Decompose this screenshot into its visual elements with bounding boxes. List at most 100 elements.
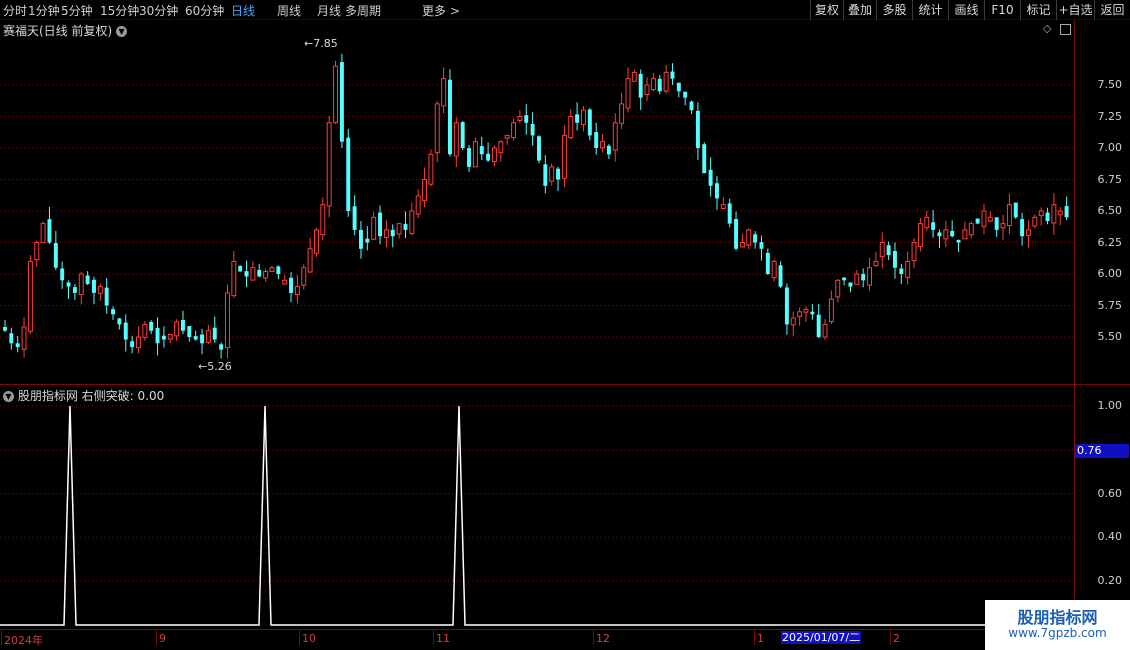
candle-body-80: [511, 122, 517, 139]
time-label-5: 1: [757, 632, 764, 645]
candle-body-60: [383, 229, 389, 238]
candle-body-120: [765, 252, 770, 274]
candle-body-19: [123, 322, 128, 340]
candle-body-48: [307, 248, 313, 273]
time-label-1: 9: [159, 632, 166, 645]
candle-body-66: [422, 179, 428, 202]
candle-body-24: [155, 328, 160, 344]
candle-body-86: [549, 166, 555, 182]
candle-body-35: [225, 292, 230, 349]
candle-body-113: [720, 204, 726, 209]
candle-body-68: [434, 103, 440, 154]
candle-body-166: [1057, 210, 1063, 216]
candle-body-144: [917, 223, 923, 248]
candle-body-78: [498, 141, 504, 154]
candle-body-31: [200, 334, 205, 344]
candle-body-156: [994, 217, 999, 230]
candle-body-139: [886, 245, 891, 256]
time-tick-5: [754, 630, 755, 645]
candle-body-155: [987, 216, 993, 222]
candle-body-90: [575, 114, 580, 123]
candle-body-17: [111, 309, 116, 315]
candle-body-29: [187, 326, 192, 337]
candle-body-95: [606, 145, 611, 155]
candle-body-3: [21, 326, 27, 350]
candle-body-91: [581, 109, 586, 125]
candle-body-6: [40, 223, 46, 244]
candle-body-32: [205, 330, 211, 343]
candle-body-79: [504, 134, 510, 139]
time-label-3: 11: [436, 632, 450, 645]
candle-body-2: [15, 343, 20, 348]
candle-body-21: [136, 336, 141, 349]
candle-body-110: [702, 144, 707, 174]
candle-body-8: [53, 243, 58, 268]
candle-body-125: [797, 311, 803, 317]
candle-body-54: [346, 137, 351, 211]
candle-body-81: [517, 116, 523, 121]
low-price-label: ←5.26: [198, 360, 232, 373]
candle-body-103: [657, 78, 662, 92]
candle-body-145: [924, 216, 930, 229]
candle-body-167: [1064, 206, 1069, 218]
candle-body-147: [937, 232, 942, 237]
candle-body-143: [911, 242, 917, 261]
candle-body-136: [867, 267, 873, 286]
candle-body-164: [1045, 212, 1050, 222]
candle-body-152: [968, 223, 974, 236]
watermark-title: 股朋指标网: [1017, 608, 1098, 627]
candle-body-126: [803, 308, 809, 313]
candle-body-30: [193, 336, 198, 340]
candlestick-chart[interactable]: [0, 0, 1130, 650]
candle-body-146: [931, 222, 936, 230]
candle-body-137: [873, 260, 879, 267]
candle-body-112: [715, 183, 719, 199]
candle-body-67: [428, 153, 434, 185]
candle-body-149: [950, 230, 955, 237]
candle-body-71: [453, 122, 459, 157]
candle-body-107: [683, 91, 688, 98]
candle-body-42: [269, 267, 275, 272]
candle-body-39: [250, 267, 256, 281]
candle-body-62: [396, 223, 402, 235]
candle-body-159: [1013, 202, 1018, 218]
time-label-0: 2024年: [4, 634, 43, 647]
candle-body-65: [415, 195, 421, 215]
candle-body-127: [810, 311, 815, 315]
candle-body-154: [981, 210, 987, 227]
candle-body-123: [784, 287, 789, 325]
candle-body-53: [339, 62, 344, 142]
candle-body-43: [276, 266, 281, 274]
candle-body-50: [320, 204, 326, 236]
candle-body-63: [403, 223, 408, 230]
candle-body-7: [47, 219, 52, 243]
candle-body-116: [739, 242, 745, 248]
candle-body-18: [117, 318, 122, 325]
high-price-value: 7.85: [313, 37, 338, 50]
candle-body-133: [848, 282, 853, 287]
candle-body-45: [289, 277, 294, 293]
candle-body-49: [314, 229, 319, 254]
time-label-2: 10: [302, 632, 316, 645]
candle-body-97: [619, 103, 625, 124]
candle-body-134: [854, 273, 860, 285]
candle-body-9: [60, 268, 65, 281]
candle-body-114: [727, 203, 732, 224]
candle-body-99: [631, 71, 637, 82]
candle-body-4: [27, 260, 33, 332]
candle-body-41: [263, 270, 269, 279]
time-tick-3: [433, 630, 434, 645]
candle-body-52: [333, 65, 339, 124]
candle-body-74: [472, 141, 478, 168]
candle-body-87: [556, 168, 561, 180]
candle-body-92: [587, 109, 592, 136]
candle-body-38: [244, 271, 249, 277]
candle-body-22: [142, 323, 148, 339]
candle-body-140: [893, 251, 897, 268]
candle-body-132: [842, 277, 847, 281]
candle-body-46: [294, 286, 300, 296]
time-tick-0: [1, 630, 2, 645]
time-tick-1: [156, 630, 157, 645]
candle-body-59: [378, 212, 383, 237]
selected-date: 2025/01/07/二: [781, 631, 862, 644]
